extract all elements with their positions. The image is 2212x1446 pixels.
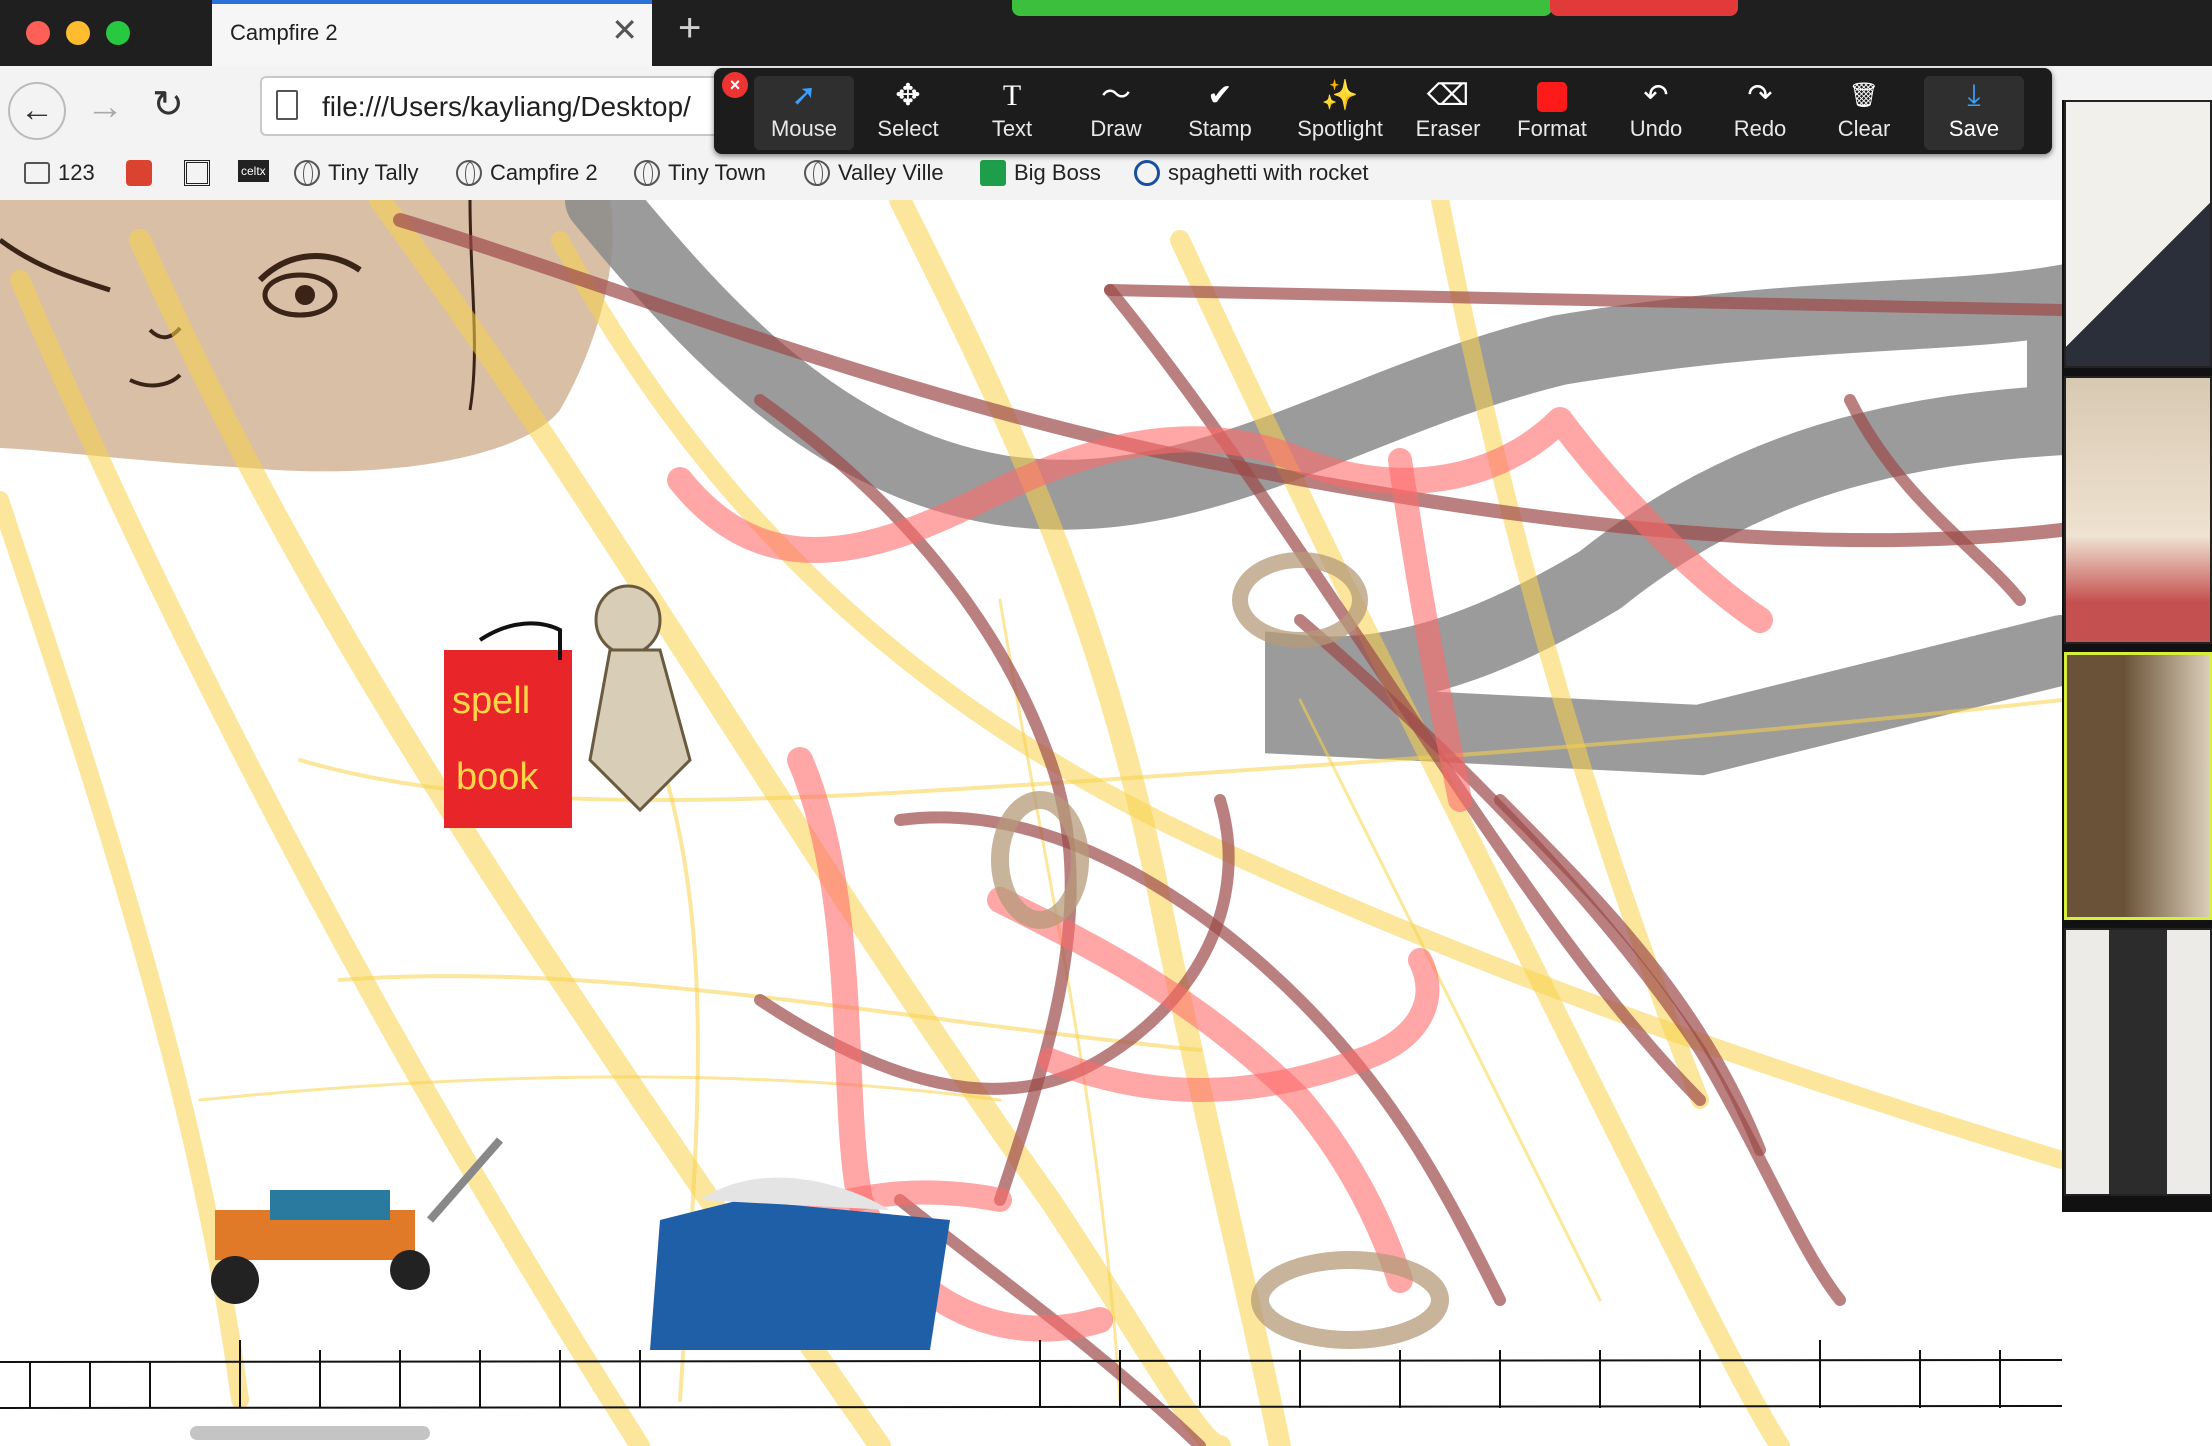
- tab-campfire-2[interactable]: Campfire 2 ✕: [212, 0, 652, 66]
- redo-button[interactable]: ↷ Redo: [1710, 76, 1810, 150]
- bookmark-tiny-tally[interactable]: Tiny Tally: [294, 160, 418, 186]
- color-swatch-icon: [1537, 82, 1567, 112]
- campfire-canvas[interactable]: spell book: [0, 200, 2062, 1446]
- text-icon: T: [1002, 79, 1022, 112]
- annotation-toolbar: × ➚ Mouse ✥ Select T Text 〜 Draw ✔ Stamp…: [714, 68, 2052, 154]
- bookmark-label: Tiny Town: [668, 160, 766, 185]
- bookmark-mask[interactable]: [126, 160, 152, 186]
- back-button[interactable]: ←: [8, 82, 66, 140]
- tool-label: Clear: [1837, 116, 1891, 141]
- sheets-icon: [980, 160, 1006, 186]
- tool-label: Undo: [1629, 116, 1683, 141]
- download-icon: ⤓: [1967, 79, 1981, 112]
- bookmark-label: Tiny Tally: [328, 160, 419, 185]
- participant-video-2[interactable]: [2064, 376, 2212, 644]
- tool-label: Draw: [1090, 116, 1142, 141]
- clear-button[interactable]: 🗑 Clear: [1814, 76, 1914, 150]
- close-window-button[interactable]: [26, 21, 50, 45]
- celtx-icon: celtx: [238, 160, 269, 182]
- tool-label: Format: [1517, 116, 1587, 141]
- bookmark-label: Campfire 2: [490, 160, 598, 185]
- save-button[interactable]: ⤓ Save: [1924, 76, 2024, 150]
- stamp-tool-button[interactable]: ✔ Stamp: [1170, 76, 1270, 150]
- bookmark-tiny-town[interactable]: Tiny Town: [634, 160, 766, 186]
- tab-close-icon[interactable]: ✕: [611, 14, 638, 46]
- undo-button[interactable]: ↶ Undo: [1606, 76, 1706, 150]
- tool-label: Save: [1948, 116, 2000, 141]
- wand-icon: ✨: [1321, 79, 1359, 112]
- check-icon: ✔: [1207, 79, 1233, 112]
- new-tab-button[interactable]: +: [678, 8, 701, 48]
- bookmark-campfire-2[interactable]: Campfire 2: [456, 160, 598, 186]
- page-icon: [276, 90, 298, 120]
- lego-buggy-image: [211, 1137, 504, 1304]
- tab-strip: Campfire 2 ✕ +: [0, 0, 2212, 66]
- rocket-icon: [1134, 160, 1160, 186]
- bookmark-spaghetti-with-rocket[interactable]: spaghetti with rocket: [1134, 160, 1369, 186]
- stop-share-button[interactable]: [1550, 0, 1738, 16]
- tool-label: Spotlight: [1297, 116, 1383, 141]
- video-gallery: [2062, 100, 2212, 1212]
- participant-video-1[interactable]: [2064, 100, 2212, 368]
- bookmarks-bar: 123 celtx Tiny Tally Campfire 2 Tiny Tow…: [0, 148, 2212, 201]
- spell-book-label-2: book: [456, 756, 539, 798]
- format-tool-button[interactable]: Format: [1502, 76, 1602, 150]
- globe-icon: [804, 160, 830, 186]
- bookmark-celtx[interactable]: celtx: [238, 160, 269, 182]
- bookmark-label: spaghetti with rocket: [1168, 160, 1369, 185]
- bookmark-label: Big Boss: [1014, 160, 1101, 185]
- tool-label: Text: [991, 116, 1033, 141]
- reload-icon[interactable]: ↻: [152, 86, 184, 124]
- bookmark-label: 123: [58, 160, 95, 185]
- tool-label: Select: [877, 116, 939, 141]
- cursor-icon: ➚: [791, 79, 817, 112]
- select-tool-button[interactable]: ✥ Select: [858, 76, 958, 150]
- globe-icon: [456, 160, 482, 186]
- move-icon: ✥: [895, 79, 921, 112]
- participant-video-4[interactable]: [2064, 928, 2212, 1196]
- forward-button[interactable]: →: [86, 88, 124, 126]
- url-text: file:///Users/kayliang/Desktop/: [322, 91, 691, 122]
- eraser-tool-button[interactable]: ⌫ Eraser: [1398, 76, 1498, 150]
- mouse-tool-button[interactable]: ➚ Mouse: [754, 76, 854, 150]
- close-annotation-icon[interactable]: ×: [722, 72, 748, 98]
- spotlight-tool-button[interactable]: ✨ Spotlight: [1280, 76, 1400, 150]
- minimize-window-button[interactable]: [66, 21, 90, 45]
- tool-label: Eraser: [1415, 116, 1481, 141]
- tool-label: Mouse: [770, 116, 838, 141]
- tab-title: Campfire 2: [230, 20, 338, 45]
- screen-sharing-banner: [1012, 0, 1552, 16]
- bookmark-big-boss[interactable]: Big Boss: [980, 160, 1101, 186]
- redo-icon: ↷: [1747, 79, 1773, 112]
- frame-icon: [184, 160, 210, 186]
- trash-icon: 🗑: [1848, 82, 1880, 109]
- eraser-icon: ⌫: [1426, 79, 1470, 112]
- participant-video-3[interactable]: [2064, 652, 2212, 920]
- squiggle-icon: 〜: [1101, 79, 1131, 112]
- draw-tool-button[interactable]: 〜 Draw: [1066, 76, 1166, 150]
- bookmark-frame[interactable]: [184, 160, 210, 186]
- tool-label: Stamp: [1188, 116, 1252, 141]
- horizontal-scrollbar[interactable]: [190, 1426, 430, 1440]
- drawing-layer: [0, 200, 2062, 1446]
- bookmark-valley-ville[interactable]: Valley Ville: [804, 160, 944, 186]
- folder-icon: [24, 162, 50, 184]
- tool-label: Redo: [1733, 116, 1787, 141]
- mask-icon: [126, 160, 152, 186]
- globe-icon: [634, 160, 660, 186]
- text-tool-button[interactable]: T Text: [962, 76, 1062, 150]
- spell-book-label-1: spell: [452, 680, 531, 722]
- maximize-window-button[interactable]: [106, 21, 130, 45]
- undo-icon: ↶: [1643, 79, 1669, 112]
- bookmark-label: Valley Ville: [838, 160, 944, 185]
- globe-icon: [294, 160, 320, 186]
- bookmark-123[interactable]: 123: [24, 160, 95, 186]
